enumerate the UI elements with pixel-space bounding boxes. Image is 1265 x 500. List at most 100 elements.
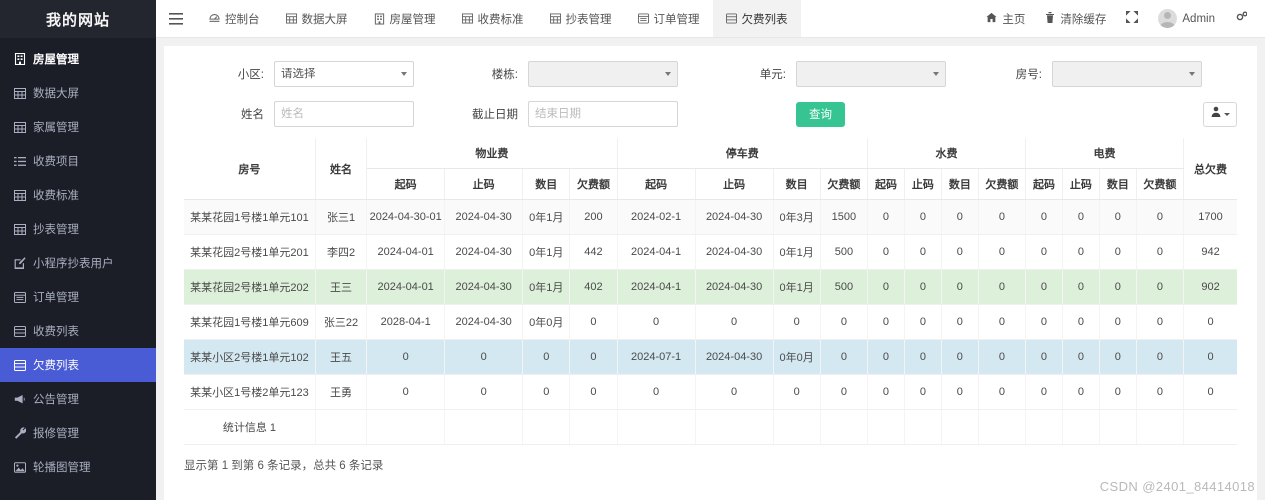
table-cell: 2024-04-30 (444, 199, 524, 235)
table-cell: 0 (569, 304, 618, 340)
table-cell: 0 (941, 269, 979, 305)
table-cell: 0 (1183, 304, 1237, 340)
tab-label: 收费标准 (477, 13, 524, 26)
home-button[interactable]: 主页 (976, 11, 1035, 27)
community-select[interactable]: 请选择 (274, 61, 414, 87)
export-button[interactable] (1203, 101, 1237, 127)
table-cell: 0 (941, 234, 979, 270)
name-input[interactable] (274, 101, 414, 127)
sidebar-item-9[interactable]: 欠费列表 (0, 348, 156, 382)
sidebar-item-4[interactable]: 收费标准 (0, 178, 156, 212)
sidebar-item-6[interactable]: 小程序抄表用户 (0, 246, 156, 280)
settings-button[interactable] (1225, 11, 1257, 26)
table-cell: 0 (1136, 339, 1185, 375)
table-row[interactable]: 某某花园2号楼1单元201 李四2 2024-04-01 2024-04-30 0年1月… (184, 234, 1237, 270)
sidebar-item-7[interactable]: 订单管理 (0, 280, 156, 314)
table-cell: 某某花园2号楼1单元202 (184, 269, 316, 305)
sidebar-item-0[interactable]: 房屋管理 (0, 42, 156, 76)
table-cell: 2024-02-1 (617, 199, 696, 235)
table-cell: 0 (617, 374, 696, 410)
export-wrap (1203, 101, 1257, 127)
building-select[interactable] (528, 61, 678, 87)
tab-5[interactable]: 订单管理 (625, 0, 713, 37)
sidebar-item-label: 收费列表 (33, 326, 79, 338)
table-cell: 0 (978, 339, 1027, 375)
tab-3[interactable]: 收费标准 (449, 0, 537, 37)
fullscreen-button[interactable] (1116, 11, 1148, 26)
table-cell: 0 (1025, 339, 1063, 375)
header-sub-2-3: 欠费额 (978, 168, 1027, 200)
table-cell: 0 (366, 339, 446, 375)
table-cell: 0 (904, 234, 942, 270)
table-cell: 0 (617, 304, 696, 340)
table-row[interactable]: 某某花园1号楼1单元101 张三1 2024-04-30-01 2024-04-30 0… (184, 199, 1237, 235)
brand-title: 我的网站 (0, 0, 156, 38)
table-cell: 0 (867, 234, 905, 270)
table-cell: 张三22 (315, 304, 368, 340)
clear-cache-button[interactable]: 清除缓存 (1035, 11, 1116, 27)
debt-table: 房号 姓名 物业费 停车费 水费 电费 总欠费 起码 止码 数目 欠费额 起码 止码 数目 欠费额 起码 止码… (184, 138, 1237, 445)
table-cell: 402 (569, 269, 618, 305)
table-cell: 某某花园2号楼1单元201 (184, 234, 316, 270)
unit-select[interactable] (796, 61, 946, 87)
header-total: 总欠费 (1183, 138, 1237, 200)
table-row[interactable]: 某某花园1号楼1单元609 张三22 2028-04-1 2024-04-30 0年0月… (184, 304, 1237, 340)
table-row[interactable]: 某某小区1号楼2单元123 王勇 0 0 0 0 0 0 0 0 0 0 0 0 0 0 0 0 0 (184, 374, 1237, 410)
filter-community: 小区: 请选择 (164, 61, 414, 87)
table-head: 房号 姓名 物业费 停车费 水费 电费 总欠费 起码 止码 数目 欠费额 起码 止码 数目 欠费额 起码 止码… (184, 138, 1237, 200)
sidebar-item-1[interactable]: 数据大屏 (0, 76, 156, 110)
sidebar-item-11[interactable]: 报修管理 (0, 416, 156, 450)
avatar-icon (1158, 9, 1178, 28)
table-cell: 王三 (315, 269, 368, 305)
tab-2[interactable]: 房屋管理 (361, 0, 449, 37)
clear-cache-label: 清除缓存 (1060, 13, 1107, 26)
table-cell: 0 (867, 339, 905, 375)
table-cell: 0 (1062, 234, 1100, 270)
sidebar-item-2[interactable]: 家属管理 (0, 110, 156, 144)
table-cell: 1700 (1183, 199, 1237, 235)
table-cell: 0 (941, 304, 979, 340)
grid-icon (549, 13, 561, 24)
summary-cell (1062, 409, 1100, 445)
table-cell: 2024-04-1 (617, 234, 696, 270)
table-cell: 0 (904, 199, 942, 235)
table-cell: 2024-04-30 (444, 269, 524, 305)
header-sub-1-2: 数目 (773, 168, 821, 200)
sidebar-item-8[interactable]: 收费列表 (0, 314, 156, 348)
header-sub-0-2: 数目 (522, 168, 571, 200)
table-row[interactable]: 某某花园2号楼1单元202 王三 2024-04-01 2024-04-30 0年1月 4… (184, 269, 1237, 305)
filter-end-date: 截止日期 (450, 101, 678, 127)
tab-1[interactable]: 数据大屏 (273, 0, 361, 37)
sidebar-item-label: 小程序抄表用户 (33, 258, 114, 270)
table-cell: 0 (820, 304, 868, 340)
table-cell: 0 (444, 374, 524, 410)
hamburger-icon[interactable] (156, 0, 196, 37)
table-cell: 0年3月 (773, 199, 821, 235)
table-cell: 王五 (315, 339, 368, 375)
filter-row-1: 小区: 请选择 楼栋: 单元: 房号: (164, 58, 1257, 90)
top-right-actions: 主页 清除缓存 Admin (976, 0, 1265, 37)
sidebar-item-3[interactable]: 收费项目 (0, 144, 156, 178)
table-cell: 0 (522, 339, 571, 375)
user-name: Admin (1182, 12, 1215, 25)
watermark: CSDN @2401_84414018 (1099, 479, 1255, 494)
table-cell: 0 (1099, 339, 1137, 375)
table-cell: 2024-04-30 (695, 199, 774, 235)
table-cell: 0 (1136, 199, 1185, 235)
tab-4[interactable]: 抄表管理 (537, 0, 625, 37)
user-menu[interactable]: Admin (1148, 9, 1225, 28)
room-select[interactable] (1052, 61, 1202, 87)
end-date-input[interactable] (528, 101, 678, 127)
table-cell: 0 (1025, 199, 1063, 235)
table-cell: 0 (904, 304, 942, 340)
summary-cell (773, 409, 821, 445)
tab-6[interactable]: 欠费列表 (712, 0, 801, 37)
table-row[interactable]: 某某小区2号楼1单元102 王五 0 0 0 0 2024-07-1 2024-04-30 0年… (184, 339, 1237, 375)
sidebar-item-10[interactable]: 公告管理 (0, 382, 156, 416)
sidebar-item-label: 收费项目 (33, 156, 79, 168)
tab-0[interactable]: 控制台 (196, 0, 273, 37)
sidebar-item-12[interactable]: 轮播图管理 (0, 450, 156, 484)
search-button[interactable]: 查询 (796, 101, 845, 127)
table-cell: 0 (1025, 374, 1063, 410)
sidebar-item-5[interactable]: 抄表管理 (0, 212, 156, 246)
